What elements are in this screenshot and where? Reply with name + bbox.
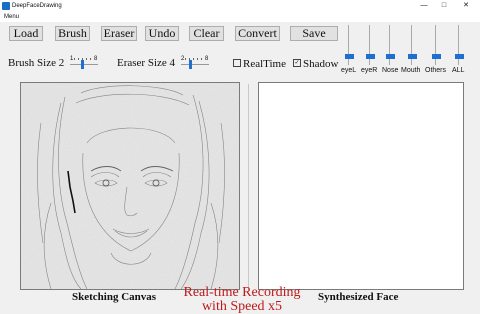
slider-track bbox=[348, 25, 349, 65]
synthesized-face-panel bbox=[258, 82, 464, 290]
panel-divider bbox=[248, 84, 249, 288]
eyeR-slider[interactable] bbox=[365, 25, 375, 67]
slider-thumb[interactable] bbox=[366, 54, 375, 59]
mouth-slider[interactable] bbox=[407, 25, 417, 67]
eraser-min-label: 2 bbox=[181, 56, 185, 62]
synthesized-face-caption: Synthesized Face bbox=[318, 291, 399, 303]
eraser-size-label: Eraser Size 4 bbox=[117, 57, 176, 69]
eraser-size-slider[interactable]: 2 8 bbox=[181, 56, 209, 70]
checkbox-box[interactable] bbox=[233, 59, 241, 68]
realtime-checkbox[interactable]: RealTime bbox=[233, 58, 286, 70]
all-label: ALL bbox=[452, 67, 465, 74]
slider-tick bbox=[185, 58, 186, 60]
slider-track bbox=[411, 25, 412, 65]
slider-thumb[interactable] bbox=[455, 54, 464, 59]
clear-button[interactable]: Clear bbox=[189, 26, 224, 41]
slider-thumb[interactable] bbox=[345, 54, 354, 59]
slider-tick bbox=[90, 58, 91, 60]
eraser-button[interactable]: Eraser bbox=[101, 26, 137, 41]
recording-overlay-text: Real-time Recording with Speed x5 bbox=[168, 286, 316, 314]
checkbox-checked-box[interactable]: ✓ bbox=[293, 59, 301, 68]
slider-tick bbox=[78, 58, 79, 60]
title-bar: DeepFaceDrawing — □ ✕ bbox=[0, 0, 480, 12]
nose-slider[interactable] bbox=[385, 25, 395, 67]
face-sketch-drawing bbox=[21, 83, 239, 290]
menu-item[interactable]: Menu bbox=[4, 13, 19, 21]
slider-tick bbox=[74, 58, 75, 60]
slider-track bbox=[181, 64, 209, 65]
brush-max-label: 8 bbox=[94, 56, 98, 62]
overlay-line-2: with Speed x5 bbox=[201, 299, 283, 314]
slider-thumb[interactable] bbox=[386, 54, 395, 59]
undo-button[interactable]: Undo bbox=[145, 26, 179, 41]
eyeL-label: eyeL bbox=[341, 67, 357, 74]
brush-size-label: Brush Size 2 bbox=[8, 57, 65, 69]
shadow-label: Shadow bbox=[303, 58, 339, 70]
slider-thumb[interactable] bbox=[81, 60, 84, 69]
eyeR-label: eyeR bbox=[361, 67, 378, 74]
slider-tick bbox=[86, 58, 87, 60]
slider-track bbox=[435, 25, 436, 65]
slider-track bbox=[70, 64, 98, 65]
all-slider[interactable] bbox=[454, 25, 464, 67]
nose-label: Nose bbox=[382, 67, 399, 74]
slider-tick bbox=[197, 58, 198, 60]
menu-bar: Menu bbox=[0, 12, 480, 22]
brush-size-slider[interactable]: 1 8 bbox=[70, 56, 98, 70]
brush-min-label: 1 bbox=[70, 56, 74, 62]
sketching-canvas[interactable] bbox=[20, 82, 240, 290]
mouth-label: Mouth bbox=[401, 67, 421, 74]
sketching-canvas-caption: Sketching Canvas bbox=[72, 291, 157, 303]
overlay-line-1: Real-time Recording bbox=[183, 285, 301, 300]
close-icon[interactable]: ✕ bbox=[456, 0, 476, 12]
slider-track bbox=[369, 25, 370, 65]
brush-button[interactable]: Brush bbox=[55, 26, 90, 41]
realtime-label: RealTime bbox=[243, 58, 286, 70]
slider-thumb[interactable] bbox=[432, 54, 441, 59]
minimize-icon[interactable]: — bbox=[414, 0, 434, 12]
save-button[interactable]: Save bbox=[290, 26, 338, 41]
slider-tick bbox=[201, 58, 202, 60]
slider-track bbox=[389, 25, 390, 65]
load-button[interactable]: Load bbox=[9, 26, 43, 41]
others-label: Others bbox=[425, 67, 447, 74]
slider-thumb[interactable] bbox=[189, 60, 192, 69]
slider-thumb[interactable] bbox=[408, 54, 417, 59]
slider-tick bbox=[193, 58, 194, 60]
shadow-checkbox[interactable]: ✓ Shadow bbox=[293, 58, 338, 70]
eraser-max-label: 8 bbox=[205, 56, 209, 62]
app-icon bbox=[2, 2, 10, 10]
window-title: DeepFaceDrawing bbox=[12, 3, 62, 9]
slider-track bbox=[458, 25, 459, 65]
eyeL-slider[interactable] bbox=[344, 25, 354, 67]
maximize-icon[interactable]: □ bbox=[434, 0, 454, 12]
others-slider[interactable] bbox=[431, 25, 441, 67]
convert-button[interactable]: Convert bbox=[235, 26, 280, 41]
